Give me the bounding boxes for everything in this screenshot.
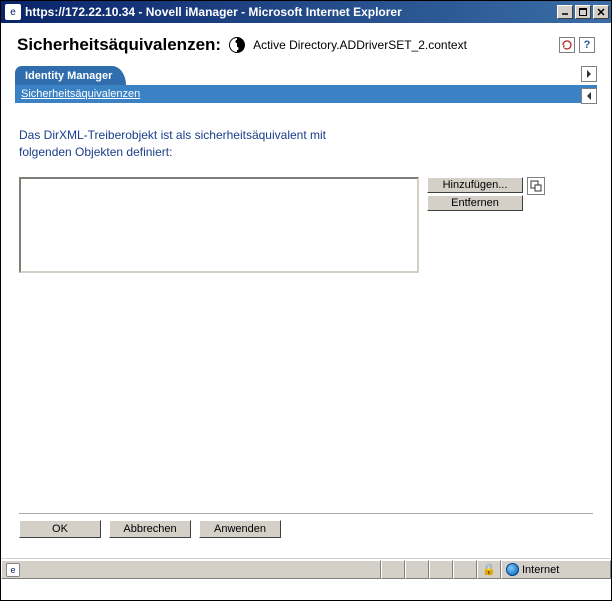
cancel-button[interactable]: Abbrechen — [109, 520, 191, 538]
status-zone: Internet — [501, 560, 611, 579]
equivalence-listbox[interactable] — [19, 177, 419, 273]
minimize-button[interactable] — [557, 5, 573, 19]
page-title: Sicherheitsäquivalenzen: — [17, 35, 221, 55]
status-lock: 🔒 — [477, 560, 501, 579]
refresh-icon[interactable] — [559, 37, 575, 53]
globe-icon — [506, 563, 519, 576]
status-slot-1 — [381, 560, 405, 579]
prev-arrow-icon[interactable] — [581, 88, 597, 104]
lock-icon: 🔒 — [482, 563, 496, 576]
description-text: Das DirXML-Treiberobjekt ist als sicherh… — [19, 127, 593, 161]
driver-icon — [229, 37, 245, 53]
ie-icon: e — [5, 4, 21, 20]
ie-small-icon: e — [6, 563, 20, 577]
tab-identity-manager[interactable]: Identity Manager — [15, 66, 126, 85]
next-arrow-icon[interactable] — [581, 66, 597, 82]
add-button[interactable]: Hinzufügen... — [427, 177, 523, 193]
maximize-button[interactable] — [575, 5, 591, 19]
remove-button[interactable]: Entfernen — [427, 195, 523, 211]
browse-icon[interactable] — [527, 177, 545, 195]
status-slot-2 — [405, 560, 429, 579]
status-slot-3 — [429, 560, 453, 579]
ok-button[interactable]: OK — [19, 520, 101, 538]
close-button[interactable] — [593, 5, 609, 19]
status-main: e — [1, 560, 381, 579]
help-icon[interactable]: ? — [579, 37, 595, 53]
zone-label: Internet — [522, 564, 559, 576]
window-titlebar: e https://172.22.10.34 - Novell iManager… — [1, 1, 611, 23]
context-path: Active Directory.ADDriverSET_2.context — [253, 38, 467, 52]
window-title: https://172.22.10.34 - Novell iManager -… — [25, 5, 402, 19]
status-bar: e 🔒 Internet — [1, 559, 611, 579]
section-subheader: Sicherheitsäquivalenzen — [15, 85, 597, 103]
status-slot-4 — [453, 560, 477, 579]
separator — [19, 513, 593, 514]
apply-button[interactable]: Anwenden — [199, 520, 281, 538]
